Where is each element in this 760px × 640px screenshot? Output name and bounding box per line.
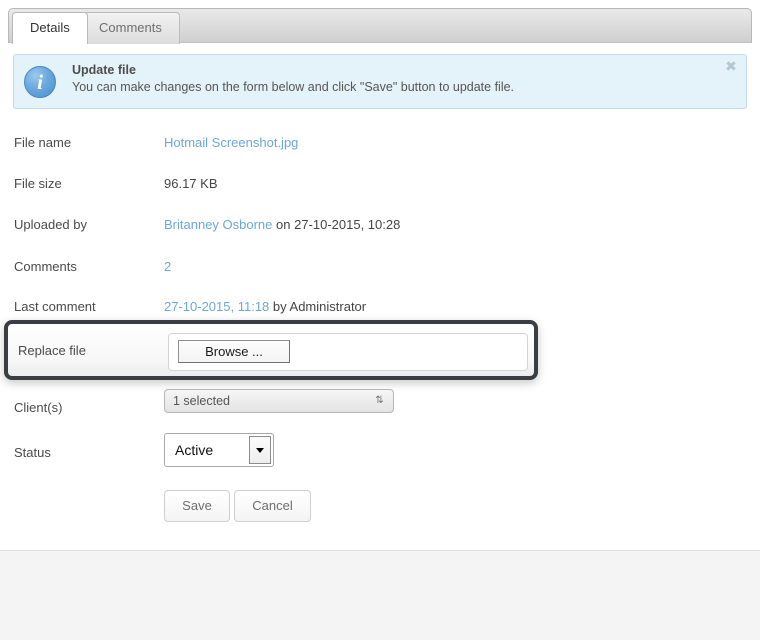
value-file-size: 96.17 KB [164,176,218,191]
label-last-comment: Last comment [14,299,96,314]
close-icon[interactable]: ✖ [723,58,739,74]
last-comment-date-link[interactable]: 27-10-2015, 11:18 [164,299,269,314]
row-status: Status Active [0,433,760,486]
tab-comments[interactable]: Comments [81,12,180,44]
label-uploaded-by: Uploaded by [14,217,87,232]
label-status: Status [14,445,51,460]
uploaded-by-user-link[interactable]: Britanney Osborne [164,217,272,232]
updown-arrows-icon: ⇅ [375,395,384,406]
chevron-down-icon[interactable] [249,436,271,464]
page-background [0,552,760,640]
value-comments-count[interactable]: 2 [164,258,171,276]
form-actions: Save Cancel [0,490,760,532]
value-last-comment: 27-10-2015, 11:18 by Administrator [164,298,366,316]
tab-details[interactable]: Details [12,12,88,44]
banner-message: You can make changes on the form below a… [72,80,515,94]
replace-file-highlight: Replace file Browse ... [4,320,538,380]
file-input[interactable]: Browse ... [168,333,528,371]
label-file-size: File size [14,176,62,191]
uploaded-by-date: on 27-10-2015, 10:28 [272,217,401,232]
content-panel: Details Comments Update file You can mak… [0,0,760,551]
row-uploaded-by: Uploaded by Britanney Osborne on 27-10-2… [0,216,760,258]
label-file-name: File name [14,135,72,150]
clients-select[interactable]: 1 selected ⇅ [164,389,394,413]
tab-bar: Details Comments [8,8,752,44]
label-clients: Client(s) [14,400,63,415]
row-file-size: File size 96.17 KB [0,175,760,217]
browse-button[interactable]: Browse ... [178,340,290,363]
label-replace-file: Replace file [18,343,86,358]
row-file-name: File name Hotmail Screenshot.jpg [0,134,760,176]
row-clients: Client(s) 1 selected ⇅ [0,389,760,441]
row-comments: Comments 2 [0,258,760,300]
label-comments: Comments [14,259,77,274]
value-uploaded-by: Britanney Osborne on 27-10-2015, 10:28 [164,216,400,234]
info-icon [24,66,56,98]
cancel-button[interactable]: Cancel [234,490,311,522]
banner-title: Update file [72,63,136,77]
value-file-name[interactable]: Hotmail Screenshot.jpg [164,134,298,152]
status-select-value: Active [175,442,214,458]
status-select[interactable]: Active [164,433,274,467]
clients-select-value: 1 selected [173,394,230,408]
save-button[interactable]: Save [164,490,230,522]
last-comment-author: by Administrator [269,299,367,314]
info-banner: Update file You can make changes on the … [13,54,747,109]
